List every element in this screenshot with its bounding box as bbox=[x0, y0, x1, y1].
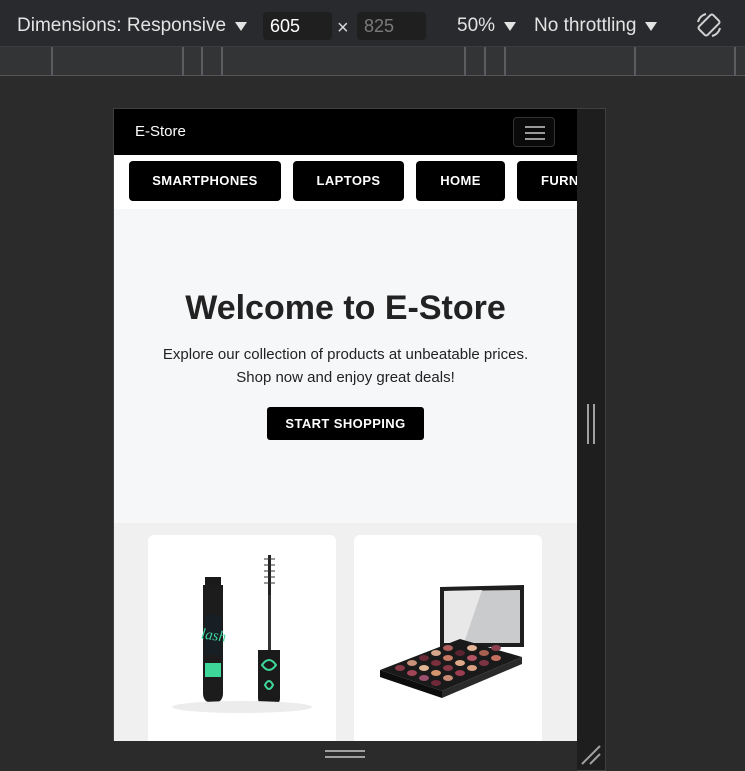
start-shopping-button[interactable]: START SHOPPING bbox=[267, 407, 424, 440]
product-card[interactable]: lash bbox=[148, 535, 336, 741]
category-button-laptops[interactable]: LAPTOPS bbox=[293, 161, 404, 201]
zoom-label: 50% bbox=[457, 15, 496, 36]
chevron-down-icon bbox=[645, 21, 658, 31]
mascara-product-image: lash bbox=[172, 555, 312, 713]
hero-text-line2: Shop now and enjoy great deals! bbox=[236, 369, 455, 386]
product-grid: lash bbox=[114, 523, 577, 741]
emulated-page: E-Store SMARTPHONES LAPTOPS HOME FURN We… bbox=[114, 109, 577, 741]
category-bar: SMARTPHONES LAPTOPS HOME FURN bbox=[114, 155, 577, 209]
right-resize-handle[interactable] bbox=[587, 404, 589, 444]
chevron-down-icon bbox=[504, 21, 517, 31]
media-query-ruler[interactable] bbox=[0, 47, 745, 76]
hero-section: Welcome to E-Store Explore our collectio… bbox=[114, 209, 577, 523]
dimensions-dropdown[interactable]: Dimensions: Responsive bbox=[17, 15, 248, 37]
brand-link[interactable]: E-Store bbox=[135, 123, 186, 140]
zoom-dropdown[interactable]: 50% bbox=[457, 15, 517, 37]
category-button-home[interactable]: HOME bbox=[416, 161, 505, 201]
bottom-resize-handle-line bbox=[325, 756, 365, 758]
corner-resize-icon[interactable] bbox=[580, 744, 602, 766]
throttling-dropdown[interactable]: No throttling bbox=[534, 15, 658, 37]
product-card[interactable] bbox=[354, 535, 542, 741]
device-toolbar: Dimensions: Responsive 605 × 825 50% No … bbox=[0, 0, 745, 47]
navbar: E-Store bbox=[114, 109, 577, 155]
eyeshadow-palette-product-image bbox=[380, 585, 524, 698]
category-button-smartphones[interactable]: SMARTPHONES bbox=[129, 161, 281, 201]
throttling-label: No throttling bbox=[534, 15, 637, 36]
hamburger-menu-icon[interactable] bbox=[513, 117, 555, 147]
chevron-down-icon bbox=[235, 21, 248, 31]
hero-text-line1: Explore our collection of products at un… bbox=[162, 346, 529, 363]
width-input[interactable]: 605 bbox=[263, 12, 332, 40]
dimensions-label: Dimensions: Responsive bbox=[17, 15, 227, 36]
right-resize-handle-line bbox=[593, 404, 595, 444]
bottom-resize-handle[interactable] bbox=[325, 750, 365, 752]
times-icon: × bbox=[337, 17, 349, 39]
rotate-device-icon[interactable] bbox=[694, 10, 724, 40]
height-input[interactable]: 825 bbox=[357, 12, 426, 40]
category-button-furniture[interactable]: FURN bbox=[517, 161, 577, 201]
hero-title: Welcome to E-Store bbox=[185, 289, 506, 327]
